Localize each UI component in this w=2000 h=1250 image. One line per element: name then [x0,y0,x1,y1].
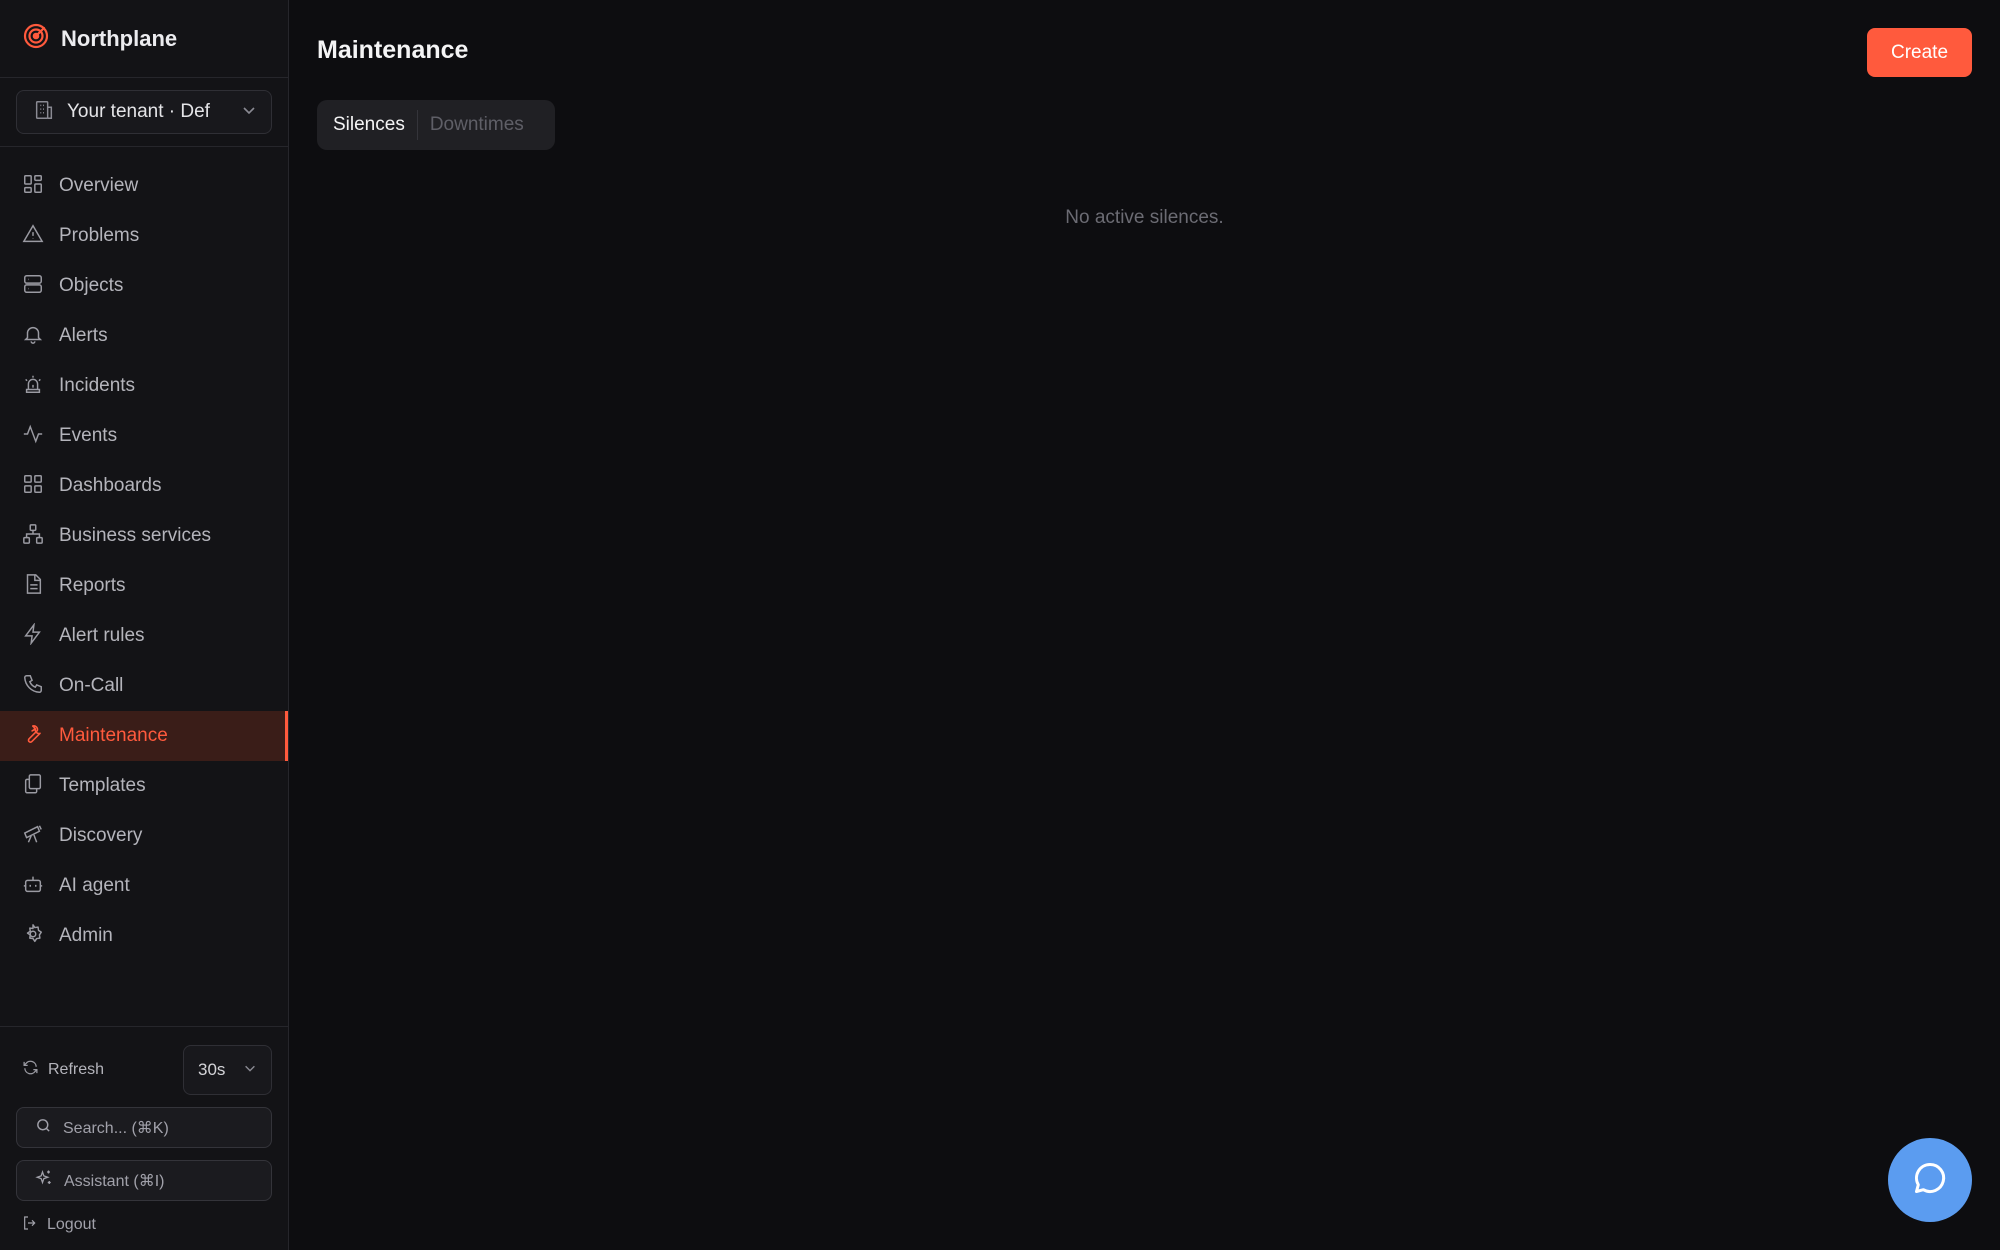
warning-triangle-icon [22,223,44,250]
refresh-interval-value: 30s [198,1060,226,1079]
search-label: Search... (⌘K) [63,1119,169,1137]
sidebar: Northplane Your tenant · Def Overview Pr… [0,0,289,1250]
tenant-section: Your tenant · Def [0,78,288,147]
sidebar-item-label: Templates [59,775,146,796]
network-icon [22,523,44,550]
assistant-label: Assistant (⌘I) [64,1172,165,1190]
search-button[interactable]: Search... (⌘K) [16,1107,272,1148]
tenant-selector[interactable]: Your tenant · Def [16,90,272,134]
sidebar-item-overview[interactable]: Overview [0,161,288,211]
refresh-icon [22,1059,39,1081]
logout-button[interactable]: Logout [16,1213,272,1237]
sidebar-item-label: Problems [59,225,140,246]
telescope-icon [22,823,44,850]
chat-bubble-icon [1912,1160,1948,1201]
sidebar-item-label: Events [59,425,118,446]
page-title: Maintenance [317,36,469,64]
sidebar-item-label: Admin [59,925,113,946]
search-icon [35,1117,52,1139]
create-button[interactable]: Create [1867,28,1972,77]
lightning-icon [22,621,44,650]
sparkles-icon [35,1169,53,1192]
document-icon [22,573,44,600]
sidebar-nav: Overview Problems Objects Alerts Inciden… [0,147,288,961]
activity-icon [22,423,44,450]
chevron-down-icon [243,1060,257,1080]
building-icon [33,99,55,126]
bot-icon [22,873,44,900]
logout-label: Logout [47,1216,96,1233]
bell-icon [22,323,44,350]
sidebar-item-label: Maintenance [59,725,168,746]
sidebar-item-label: AI agent [59,875,130,896]
sidebar-item-ai-agent[interactable]: AI agent [0,861,288,911]
sidebar-item-label: Overview [59,175,139,196]
sidebar-item-maintenance[interactable]: Maintenance [0,711,288,761]
wrench-icon [22,723,44,750]
refresh-button[interactable]: Refresh [16,1059,104,1081]
sidebar-item-incidents[interactable]: Incidents [0,361,288,411]
sidebar-item-alert-rules[interactable]: Alert rules [0,611,288,661]
sidebar-item-label: Business services [59,525,212,546]
sidebar-item-templates[interactable]: Templates [0,761,288,811]
sidebar-item-admin[interactable]: Admin [0,911,288,961]
sidebar-footer: Refresh 30s Search... (⌘K) Assistant (⌘I… [0,1026,288,1237]
sidebar-item-alerts[interactable]: Alerts [0,311,288,361]
sidebar-item-business-services[interactable]: Business services [0,511,288,561]
siren-icon [22,373,44,400]
main-content: Maintenance Create Silences Downtimes No… [289,0,2000,1250]
sidebar-item-label: Alerts [59,325,108,346]
layout-grid-icon [22,173,44,200]
empty-state-message: No active silences. [1065,207,1224,228]
sidebar-item-reports[interactable]: Reports [0,561,288,611]
tenant-label: Your tenant · Def [67,101,210,122]
dashboard-grid-icon [22,473,44,500]
refresh-row: Refresh 30s [16,1045,272,1095]
sidebar-item-dashboards[interactable]: Dashboards [0,461,288,511]
maintenance-tabs: Silences Downtimes [317,100,555,150]
server-icon [22,273,44,300]
sidebar-item-label: Incidents [59,375,136,396]
chat-button[interactable] [1888,1138,1972,1222]
tab-silences[interactable]: Silences [321,105,417,145]
sidebar-item-label: Objects [59,275,124,296]
sidebar-item-label: On-Call [59,675,124,696]
refresh-interval-select[interactable]: 30s [183,1045,272,1095]
brand[interactable]: Northplane [0,0,288,78]
sidebar-item-label: Discovery [59,825,143,846]
logout-icon [22,1215,38,1236]
sidebar-item-discovery[interactable]: Discovery [0,811,288,861]
sidebar-item-label: Alert rules [59,625,145,646]
refresh-label: Refresh [48,1061,105,1078]
sidebar-item-label: Reports [59,575,126,596]
logo-icon [22,22,50,55]
gear-icon [22,923,44,950]
brand-name: Northplane [61,25,178,51]
sidebar-item-on-call[interactable]: On-Call [0,661,288,711]
sidebar-item-problems[interactable]: Problems [0,211,288,261]
tab-downtimes[interactable]: Downtimes [418,105,536,145]
sidebar-item-label: Dashboards [59,475,162,496]
phone-icon [22,673,44,700]
app-root: Northplane Your tenant · Def Overview Pr… [0,0,2000,1250]
chevron-down-icon [241,102,257,123]
copy-icon [22,773,44,800]
sidebar-item-events[interactable]: Events [0,411,288,461]
assistant-button[interactable]: Assistant (⌘I) [16,1160,272,1201]
sidebar-item-objects[interactable]: Objects [0,261,288,311]
